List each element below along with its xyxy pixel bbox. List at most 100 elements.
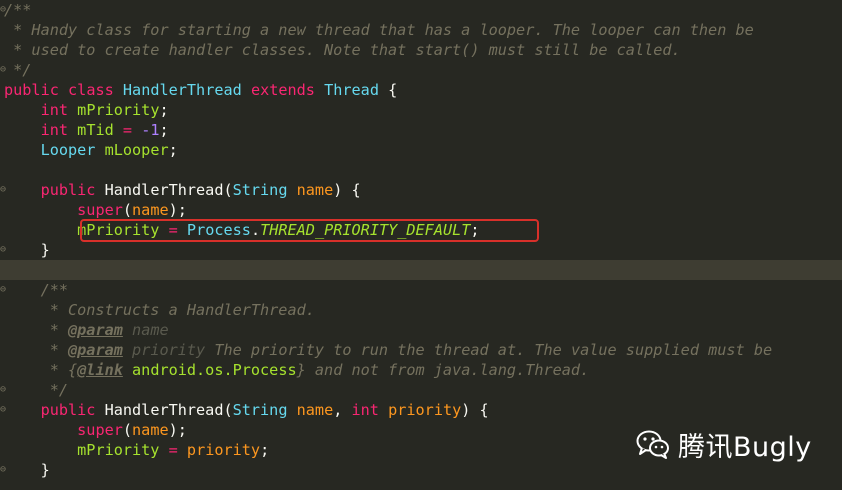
code-token: = <box>122 121 133 139</box>
code-line[interactable]: ⊖ public HandlerThread(String name) { <box>0 180 842 200</box>
code-token: name <box>296 181 334 199</box>
code-token: name <box>132 321 169 339</box>
code-token: HandlerThread( <box>95 181 233 199</box>
code-token: public <box>40 181 96 199</box>
code-text: } <box>4 240 50 260</box>
code-token: = <box>168 441 178 459</box>
code-token: name <box>132 421 169 439</box>
code-token: * <box>4 341 69 359</box>
code-text: super(name); <box>4 420 187 440</box>
code-token: class <box>68 81 114 99</box>
code-token: /** <box>4 1 32 19</box>
code-token: * Handy class for starting a new thread … <box>4 21 754 39</box>
code-token: ); <box>168 421 187 439</box>
code-text: mPriority = priority; <box>4 440 269 460</box>
code-line[interactable]: * Handy class for starting a new thread … <box>0 20 842 40</box>
code-line[interactable] <box>0 160 842 180</box>
code-text: * used to create handler classes. Note t… <box>4 40 681 60</box>
code-text: public HandlerThread(String name) { <box>4 180 361 200</box>
code-line[interactable]: int mPriority; <box>0 100 842 120</box>
code-text: super(name); <box>4 200 187 220</box>
code-token: ; <box>159 121 169 139</box>
code-line[interactable]: * @param priority The priority to run th… <box>0 340 842 360</box>
code-token: , <box>333 401 352 419</box>
code-text: * @param priority The priority to run th… <box>4 340 772 360</box>
code-token: @link <box>77 361 123 379</box>
code-token: The priority to run the thread at. The v… <box>205 341 773 359</box>
code-line[interactable]: * Constructs a HandlerThread. <box>0 300 842 320</box>
code-token: public <box>4 81 59 99</box>
code-line[interactable]: ⊖ /** <box>0 280 842 300</box>
code-text: * Constructs a HandlerThread. <box>4 300 315 320</box>
code-token: @param <box>68 321 123 339</box>
code-text: * {@link android.os.Process} and not fro… <box>4 360 590 380</box>
code-token: priority <box>388 401 462 419</box>
code-token: super <box>77 201 123 219</box>
code-token: name <box>132 201 169 219</box>
code-text: int mPriority; <box>4 100 169 120</box>
code-token: String <box>232 401 288 419</box>
code-text: * @param name <box>4 320 169 340</box>
code-token: mPriority <box>77 441 160 459</box>
code-text: } <box>4 460 50 480</box>
code-token: ) { <box>461 401 489 419</box>
code-line[interactable]: ⊖ */ <box>0 60 842 80</box>
code-editor[interactable]: ⊖/** * Handy class for starting a new th… <box>0 0 842 490</box>
code-token: priority <box>186 441 261 459</box>
code-token: } <box>4 241 50 259</box>
watermark-text: 腾讯Bugly <box>678 431 812 463</box>
code-line[interactable]: ⊖ } <box>0 240 842 260</box>
code-line[interactable]: * @param name <box>0 320 842 340</box>
code-token: ) { <box>333 181 361 199</box>
code-line[interactable]: * {@link android.os.Process} and not fro… <box>0 360 842 380</box>
code-text: /** <box>4 0 31 20</box>
code-token: } and not from java.lang.Thread. <box>296 361 590 379</box>
code-line[interactable]: Looper mLooper; <box>0 140 842 160</box>
code-token: priority <box>132 341 206 359</box>
code-line[interactable]: ⊖ public HandlerThread(String name, int … <box>0 400 842 420</box>
code-line[interactable]: ⊖/** <box>0 0 842 20</box>
code-token: ( <box>122 421 133 439</box>
code-token: ); <box>168 201 187 219</box>
code-line[interactable]: super(name); <box>0 200 842 220</box>
code-line[interactable]: ⊖ */ <box>0 380 842 400</box>
code-token: extends <box>250 81 315 99</box>
code-text: * Handy class for starting a new thread … <box>4 20 754 40</box>
code-line[interactable] <box>0 260 842 280</box>
code-token: @param <box>68 341 123 359</box>
code-token: Looper <box>40 141 96 159</box>
code-text: */ <box>4 380 68 400</box>
code-line[interactable]: * used to create handler classes. Note t… <box>0 40 842 60</box>
code-token: * used to create handler classes. Note t… <box>4 41 681 59</box>
code-line[interactable]: int mTid = -1; <box>0 120 842 140</box>
code-token: public <box>40 401 96 419</box>
code-token: mTid <box>77 121 114 139</box>
code-text: */ <box>4 60 31 80</box>
code-token: } <box>4 461 50 479</box>
code-text: Looper mLooper; <box>4 140 178 160</box>
code-token: ; <box>168 141 178 159</box>
code-token: android.os.Process <box>132 361 297 379</box>
code-line[interactable]: public class HandlerThread extends Threa… <box>0 80 842 100</box>
code-token: * <box>4 321 69 339</box>
